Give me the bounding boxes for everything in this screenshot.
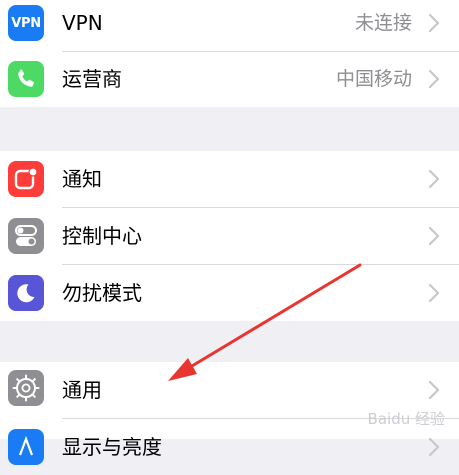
display-icon (8, 429, 44, 465)
watermark: Baidu 经验 (367, 410, 445, 428)
chevron-right-icon (428, 169, 440, 189)
settings-group-network: VPN VPN 未连接 运营商 中国移动 (0, 0, 459, 107)
settings-group-system: 通知 控制中心 勿扰模式 (0, 151, 459, 321)
notifications-row[interactable]: 通知 (0, 151, 459, 207)
do-not-disturb-row[interactable]: 勿扰模式 (0, 265, 459, 321)
chevron-right-icon (428, 226, 440, 246)
vpn-row[interactable]: VPN VPN 未连接 (0, 0, 459, 51)
chevron-right-icon (428, 380, 440, 400)
general-label: 通用 (62, 378, 102, 402)
vpn-icon: VPN (8, 5, 44, 41)
control-center-icon (8, 218, 44, 254)
notifications-icon (8, 161, 44, 197)
phone-icon (8, 61, 44, 97)
do-not-disturb-label: 勿扰模式 (62, 281, 142, 305)
carrier-row[interactable]: 运营商 中国移动 (0, 51, 459, 107)
vpn-icon-text: VPN (11, 15, 41, 31)
notifications-label: 通知 (62, 167, 102, 191)
gear-icon (8, 370, 44, 406)
carrier-label: 运营商 (62, 67, 122, 91)
moon-icon (8, 275, 44, 311)
chevron-right-icon (428, 283, 440, 303)
vpn-status: 未连接 (354, 12, 412, 34)
chevron-right-icon (428, 13, 440, 33)
control-center-row[interactable]: 控制中心 (0, 208, 459, 264)
chevron-right-icon (428, 69, 440, 89)
control-center-label: 控制中心 (62, 224, 142, 248)
chevron-right-icon (428, 437, 440, 457)
carrier-value: 中国移动 (335, 68, 412, 90)
vpn-label: VPN (62, 11, 103, 35)
